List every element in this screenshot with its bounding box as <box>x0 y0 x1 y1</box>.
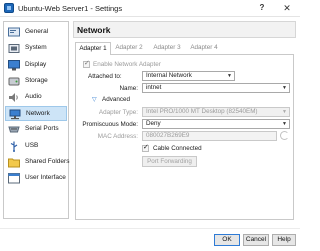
general-icon <box>8 27 20 37</box>
adapter-panel: ✓ Enable Network Adapter Attached to: In… <box>75 54 294 220</box>
cable-connected-checkbox[interactable]: ✓ <box>142 144 149 152</box>
tab-adapter-3[interactable]: Adapter 3 <box>150 42 184 54</box>
sidebar-item-label: Serial Ports <box>25 125 59 132</box>
sidebar-item-shared-folders[interactable]: Shared Folders <box>5 155 70 170</box>
mac-address-field[interactable]: 080027B269E9 <box>142 131 277 141</box>
display-icon <box>8 60 20 71</box>
advanced-expand-icon[interactable]: ▽ <box>92 96 97 103</box>
checkmark-icon: ✓ <box>143 144 149 151</box>
enable-adapter-label: Enable Network Adapter <box>93 61 161 68</box>
attached-to-label: Attached to: <box>88 73 122 80</box>
sidebar-item-label: General <box>25 28 49 35</box>
adapter-type-label: Adapter Type: <box>98 109 138 116</box>
sidebar-item-storage[interactable]: Storage <box>5 74 67 89</box>
sidebar-item-system[interactable]: System <box>5 41 67 56</box>
serial-ports-icon <box>8 126 20 133</box>
window-help-button[interactable]: ? <box>253 1 271 15</box>
title-bar: Ubuntu-Web Server1 - Settings ? ✕ <box>0 0 300 17</box>
shared-folders-icon <box>8 158 20 168</box>
network-name-select[interactable]: intnet ▼ <box>142 83 290 93</box>
sidebar-item-label: Audio <box>25 93 42 100</box>
sidebar-item-label: Display <box>25 61 47 68</box>
refresh-mac-icon[interactable] <box>280 131 289 140</box>
promiscuous-mode-select[interactable]: Deny ▼ <box>142 119 290 129</box>
port-forwarding-button[interactable]: Port Forwarding <box>142 156 197 167</box>
tab-adapter-2[interactable]: Adapter 2 <box>112 42 146 54</box>
sidebar-item-general[interactable]: General <box>5 25 67 40</box>
cable-connected-label: Cable Connected <box>153 145 202 152</box>
chevron-down-icon: ▼ <box>227 73 232 79</box>
chevron-down-icon: ▼ <box>282 85 287 91</box>
help-button[interactable]: Help <box>272 234 296 246</box>
advanced-toggle[interactable]: Advanced <box>102 96 130 103</box>
attached-to-value: Internal Network <box>146 72 192 79</box>
enable-adapter-checkbox[interactable]: ✓ <box>83 60 90 68</box>
chevron-down-icon: ▼ <box>282 121 287 127</box>
tab-adapter-1[interactable]: Adapter 1 <box>75 42 111 55</box>
tab-adapter-4[interactable]: Adapter 4 <box>187 42 221 54</box>
sidebar-item-display[interactable]: Display <box>5 58 67 73</box>
storage-icon <box>8 77 20 86</box>
window-title: Ubuntu-Web Server1 - Settings <box>18 4 123 13</box>
window-close-button[interactable]: ✕ <box>278 1 296 15</box>
audio-icon <box>9 93 18 102</box>
network-icon <box>9 109 21 120</box>
page-header: Network <box>73 21 296 38</box>
mac-address-label: MAC Address: <box>97 133 138 140</box>
adapter-type-value: Intel PRO/1000 MT Desktop (82540EM) <box>146 108 258 115</box>
sidebar-item-label: Network <box>26 110 50 117</box>
checkmark-icon: ✓ <box>84 60 90 67</box>
sidebar-item-user-interface[interactable]: User Interface <box>5 171 67 186</box>
sidebar-item-label: USB <box>25 142 39 149</box>
cancel-button[interactable]: Cancel <box>243 234 269 246</box>
promiscuous-mode-label: Promiscuous Mode: <box>82 121 138 128</box>
footer-divider <box>0 228 300 229</box>
adapter-type-select[interactable]: Intel PRO/1000 MT Desktop (82540EM) ▼ <box>142 107 290 117</box>
sidebar-item-network[interactable]: Network <box>5 106 67 121</box>
ok-button[interactable]: OK <box>214 234 240 246</box>
settings-sidebar: General System Display Storage Audio Net… <box>3 21 69 219</box>
usb-icon <box>10 141 18 152</box>
user-interface-icon <box>8 173 20 184</box>
sidebar-item-label: System <box>25 44 47 51</box>
system-icon <box>8 44 20 53</box>
attached-to-select[interactable]: Internal Network ▼ <box>142 71 235 81</box>
network-name-value: intnet <box>146 84 162 91</box>
sidebar-item-audio[interactable]: Audio <box>5 90 67 105</box>
page-title: Network <box>77 25 111 35</box>
sidebar-item-label: User Interface <box>25 174 66 181</box>
virtualbox-app-icon <box>4 3 14 13</box>
chevron-down-icon: ▼ <box>282 109 287 115</box>
promiscuous-mode-value: Deny <box>146 120 161 127</box>
sidebar-item-usb[interactable]: USB <box>5 139 67 154</box>
sidebar-item-serial-ports[interactable]: Serial Ports <box>5 122 67 137</box>
sidebar-item-label: Storage <box>25 77 48 84</box>
sidebar-item-label: Shared Folders <box>25 158 70 165</box>
name-label: Name: <box>119 85 138 92</box>
